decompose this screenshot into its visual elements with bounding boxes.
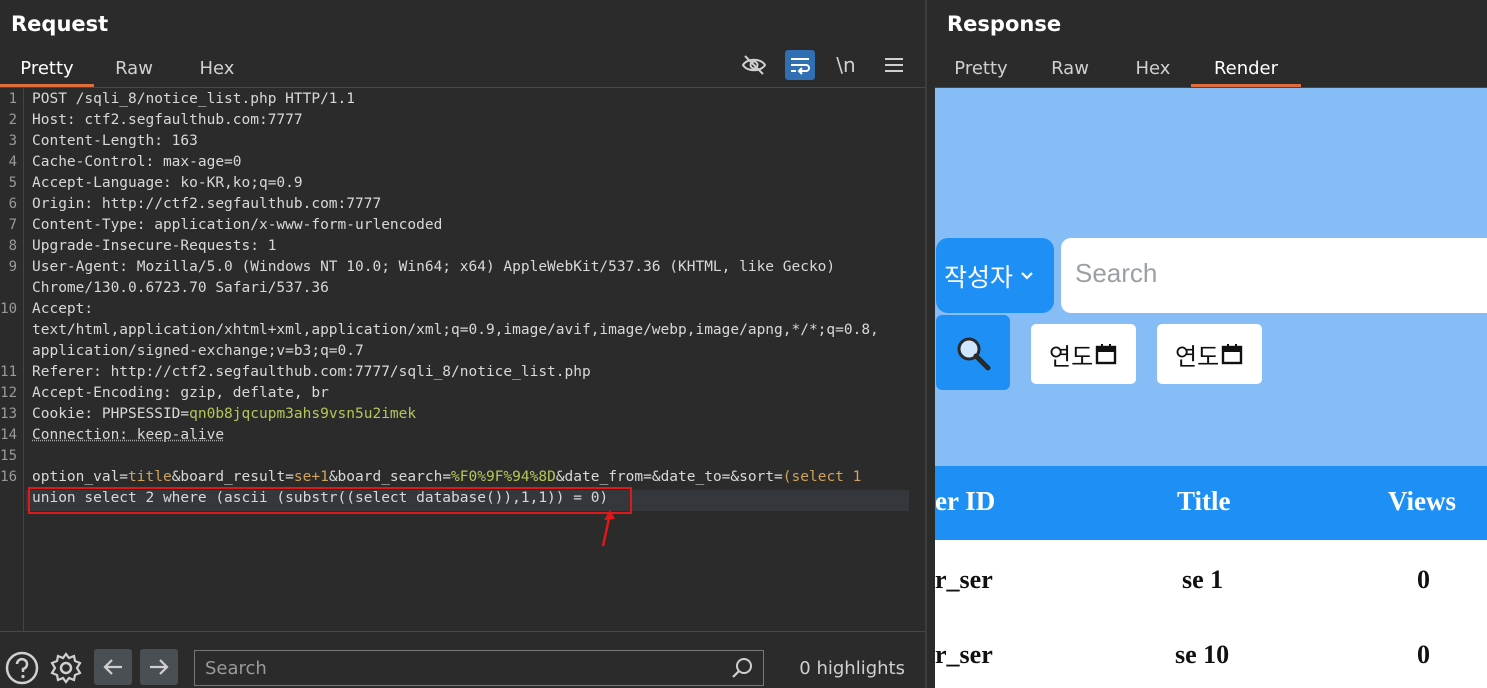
line-number: 10 — [0, 301, 17, 317]
search-input[interactable] — [205, 655, 715, 681]
header-title: Title — [1177, 486, 1231, 516]
search-icon[interactable] — [731, 657, 753, 679]
line-number: 5 — [8, 175, 17, 191]
tab-hex[interactable]: Hex — [184, 54, 250, 87]
pane-splitter[interactable] — [925, 0, 935, 688]
eye-off-icon[interactable] — [739, 50, 769, 80]
body-part: &date_from=&date_to=&sort= — [555, 469, 783, 485]
line-number: 7 — [8, 217, 17, 233]
request-line: Origin: http://ctf2.segfaulthub.com:7777 — [32, 196, 382, 212]
request-line: User-Agent: Mozilla/5.0 (Windows NT 10.0… — [32, 259, 836, 275]
request-pane: Request Pretty Raw Hex \n 1 2 3 4 5 6 7 … — [0, 0, 925, 688]
cookie-key: Cookie: PHPSESSID= — [32, 406, 190, 422]
body-part: &board_result= — [171, 469, 294, 485]
body-line: option_val=title&board_result=se+1&board… — [32, 469, 861, 485]
render-view: 작성자 Search 연도 연도 er ID Title Views r_ser… — [935, 88, 1487, 688]
line-number: 11 — [0, 364, 17, 380]
tab-raw[interactable]: Raw — [100, 54, 168, 87]
line-number: 13 — [0, 406, 17, 422]
tab-render[interactable]: Render — [1191, 54, 1301, 87]
tab-pretty[interactable]: Pretty — [943, 54, 1019, 87]
body-part: option_val= — [32, 469, 129, 485]
line-number: 6 — [8, 196, 17, 212]
cookie-line: Cookie: PHPSESSID=qn0b8jqcupm3ahs9vsn5u2… — [32, 406, 416, 422]
magnifier-icon — [957, 337, 991, 370]
request-line: Chrome/130.0.6723.70 Safari/537.36 — [32, 280, 329, 296]
request-line: Accept-Encoding: gzip, deflate, br — [32, 385, 329, 401]
calendar-icon — [1221, 344, 1243, 365]
request-line: Accept-Language: ko-KR,ko;q=0.9 — [32, 175, 303, 191]
request-line: POST /sqli_8/notice_list.php HTTP/1.1 — [32, 91, 356, 107]
request-editor[interactable]: 1 2 3 4 5 6 7 8 9 10 11 12 13 14 15 16 P… — [0, 88, 925, 631]
date-from-text: 연도 — [1049, 342, 1094, 371]
cookie-value: qn0b8jqcupm3ahs9vsn5u2imek — [189, 406, 417, 422]
request-line: Referer: http://ctf2.segfaulthub.com:777… — [32, 364, 591, 380]
date-to-text: 연도 — [1175, 342, 1220, 371]
tab-raw[interactable]: Raw — [1037, 54, 1103, 87]
response-title: Response — [947, 12, 1062, 36]
highlight-box — [28, 487, 632, 514]
tab-pretty[interactable]: Pretty — [0, 54, 94, 87]
request-line: application/signed-exchange;v=b3;q=0.7 — [32, 343, 364, 359]
request-line: Host: ctf2.segfaulthub.com:7777 — [32, 112, 303, 128]
request-title: Request — [11, 12, 109, 36]
cell-user-id: r_ser — [935, 565, 993, 594]
line-number: 15 — [0, 448, 17, 464]
line-number: 12 — [0, 385, 17, 401]
tab-hex[interactable]: Hex — [1121, 54, 1185, 87]
line-number: 14 — [0, 427, 17, 443]
line-number: 16 — [0, 469, 17, 485]
chevron-down-icon — [1021, 266, 1033, 285]
line-number: 4 — [8, 154, 17, 170]
newline-icon[interactable]: \n — [831, 50, 861, 80]
cell-user-id: r_ser — [935, 640, 993, 669]
calendar-icon — [1095, 344, 1117, 365]
request-line: text/html,application/xhtml+xml,applicat… — [32, 322, 879, 338]
line-number: 9 — [8, 259, 17, 275]
search-field-select[interactable]: 작성자 — [936, 238, 1054, 313]
menu-icon[interactable] — [879, 50, 909, 80]
highlights-count: 0 highlights — [799, 658, 905, 679]
body-part: &board_search= — [328, 469, 452, 485]
select-label: 작성자 — [944, 262, 1014, 292]
line-number: 8 — [8, 238, 17, 254]
header-views: Views — [1388, 486, 1456, 516]
body-part: se+1 — [293, 469, 329, 485]
request-line: Content-Length: 163 — [32, 133, 198, 149]
help-icon[interactable] — [5, 651, 39, 685]
wrap-icon[interactable] — [785, 50, 815, 80]
line-number: 1 — [8, 91, 17, 107]
red-arrow-icon — [601, 510, 615, 547]
search-box — [194, 650, 764, 686]
date-to-input[interactable]: 연도 — [1157, 324, 1262, 384]
request-line: Cache-Control: max-age=0 — [32, 154, 242, 170]
request-line: Connection: keep-alive — [32, 427, 225, 443]
body-part: title — [128, 469, 172, 485]
body-part: %F0%9F%94%8D — [451, 469, 556, 485]
line-number: 3 — [8, 133, 17, 149]
render-search-button[interactable] — [936, 315, 1010, 390]
request-line: Content-Type: application/x-www-form-url… — [32, 217, 443, 233]
cell-title[interactable]: se 1 — [1182, 565, 1223, 595]
back-button[interactable] — [94, 649, 132, 685]
body-part: (select 1 — [782, 469, 862, 485]
request-bottom-bar: 0 highlights — [0, 631, 925, 688]
gear-icon[interactable] — [49, 651, 83, 685]
table-header: er ID Title Views — [935, 466, 1487, 540]
date-from-input[interactable]: 연도 — [1031, 324, 1136, 384]
line-number: 2 — [8, 112, 17, 128]
header-user-id: er ID — [935, 486, 996, 516]
cell-title[interactable]: se 10 — [1175, 640, 1229, 670]
cell-views: 0 — [1417, 565, 1430, 594]
render-search-input[interactable]: Search — [1061, 238, 1487, 313]
request-line: Accept: — [32, 301, 94, 317]
request-line: Upgrade-Insecure-Requests: 1 — [32, 238, 277, 254]
response-pane: Response Pretty Raw Hex Render 작성자 Searc… — [935, 0, 1487, 688]
cell-views: 0 — [1417, 640, 1430, 669]
forward-button[interactable] — [140, 649, 178, 685]
